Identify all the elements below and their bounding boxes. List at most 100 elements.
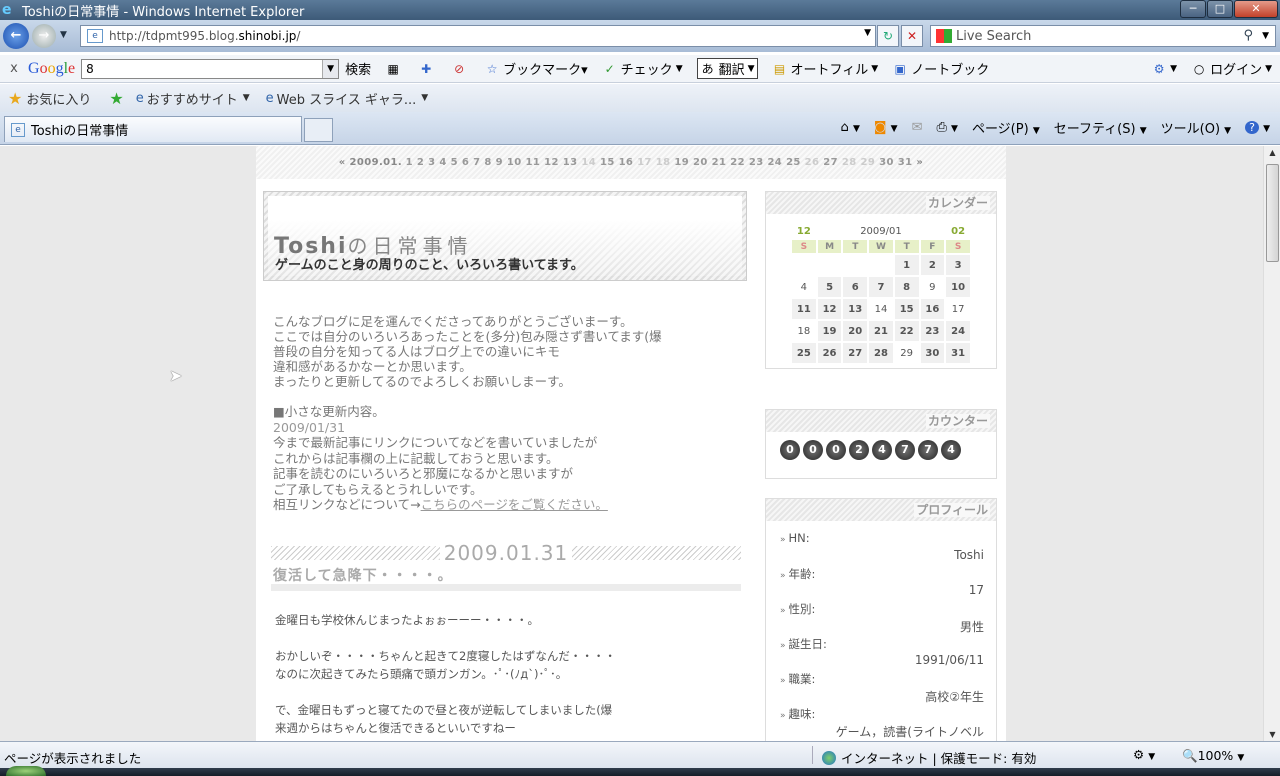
blocker-button[interactable]: ⊘ bbox=[451, 61, 470, 77]
date-nav-day[interactable]: 10 bbox=[507, 157, 526, 168]
date-nav-day[interactable]: 17 bbox=[637, 157, 656, 168]
tab-toshi-blog[interactable]: e Toshiの日常事情 bbox=[4, 116, 302, 142]
calendar-day[interactable]: 28 bbox=[869, 343, 893, 363]
maximize-button[interactable]: □ bbox=[1207, 0, 1233, 18]
date-nav-day[interactable]: 24 bbox=[767, 157, 786, 168]
calendar-day[interactable]: 27 bbox=[843, 343, 868, 363]
calendar-day[interactable]: 25 bbox=[792, 343, 816, 363]
date-nav-day[interactable]: 3 bbox=[428, 157, 439, 168]
feeds-button[interactable]: ◙ ▼ bbox=[874, 120, 898, 135]
search-options-dropdown-icon[interactable]: ▼ bbox=[1262, 31, 1269, 41]
calendar-day[interactable]: 7 bbox=[869, 277, 893, 297]
print-button[interactable]: ⎙ ▼ bbox=[936, 120, 957, 135]
calendar-day[interactable]: 20 bbox=[843, 321, 868, 341]
security-zone[interactable]: インターネット | 保護モード: 有効 bbox=[822, 748, 1036, 767]
calendar-day[interactable]: 6 bbox=[843, 277, 868, 297]
date-nav-day[interactable]: 20 bbox=[693, 157, 712, 168]
calendar-day[interactable]: 16 bbox=[920, 299, 945, 319]
settings-button[interactable]: ⚙ ▼ bbox=[1151, 61, 1177, 77]
calendar-day[interactable]: 1 bbox=[894, 255, 919, 275]
web-slice-gallery-link[interactable]: e Web スライス ギャラ... ▼ bbox=[266, 89, 429, 108]
calendar-prev-month[interactable]: 12 bbox=[792, 224, 816, 238]
date-nav-day[interactable]: 21 bbox=[712, 157, 731, 168]
google-search-input[interactable]: 8 ▼ bbox=[81, 58, 340, 79]
calendar-day[interactable]: 30 bbox=[920, 343, 945, 363]
google-logo[interactable]: Google bbox=[28, 60, 75, 78]
minimize-button[interactable]: ─ bbox=[1180, 0, 1206, 18]
date-nav-day[interactable]: 27 bbox=[823, 157, 842, 168]
google-search-dropdown-icon[interactable]: ▼ bbox=[322, 59, 339, 78]
google-search-button[interactable]: 検索 bbox=[345, 59, 371, 78]
add-button[interactable]: ✚ bbox=[418, 61, 437, 77]
search-icon[interactable]: ⚲ bbox=[1243, 28, 1253, 43]
links-page-link[interactable]: こちらのページをご覧ください。 bbox=[421, 497, 608, 512]
date-nav-day[interactable]: 18 bbox=[656, 157, 675, 168]
toolbar-options-button[interactable]: ▦ bbox=[385, 61, 404, 77]
date-nav-next[interactable]: » bbox=[916, 157, 923, 168]
date-nav-day[interactable]: 28 bbox=[842, 157, 861, 168]
start-button[interactable] bbox=[6, 766, 46, 776]
date-nav-day[interactable]: 15 bbox=[600, 157, 619, 168]
close-window-button[interactable]: ✕ bbox=[1234, 0, 1278, 18]
favorites-button[interactable]: ★ お気に入り bbox=[8, 89, 91, 108]
calendar-day[interactable]: 21 bbox=[869, 321, 893, 341]
home-button[interactable]: ⌂ ▼ bbox=[841, 120, 860, 135]
mail-button[interactable]: ✉ bbox=[912, 120, 923, 135]
page-menu[interactable]: ページ(P) ▼ bbox=[972, 118, 1040, 137]
live-search-box[interactable]: Live Search ⚲ ▼ bbox=[930, 25, 1276, 47]
date-nav-day[interactable]: 14 bbox=[581, 157, 600, 168]
address-bar[interactable]: e http://tdpmt995.blog.shinobi.jp/ ▼ bbox=[80, 25, 876, 47]
close-toolbar-button[interactable]: x bbox=[0, 61, 28, 76]
calendar-day[interactable]: 10 bbox=[946, 277, 970, 297]
spellcheck-button[interactable]: ✓ チェック ▼ bbox=[602, 59, 683, 79]
calendar-day[interactable]: 19 bbox=[817, 321, 842, 341]
search-placeholder[interactable]: Live Search bbox=[956, 29, 1031, 44]
zoom-level[interactable]: 🔍100% ▼ bbox=[1182, 748, 1244, 764]
calendar-day[interactable]: 24 bbox=[946, 321, 970, 341]
date-nav-day[interactable]: 11 bbox=[526, 157, 545, 168]
calendar-day[interactable]: 31 bbox=[946, 343, 970, 363]
date-nav-day[interactable]: 29 bbox=[861, 157, 880, 168]
date-nav-day[interactable]: 12 bbox=[544, 157, 563, 168]
address-url[interactable]: http://tdpmt995.blog.shinobi.jp/ bbox=[109, 29, 300, 43]
date-nav-day[interactable]: 13 bbox=[563, 157, 582, 168]
suggested-sites-link[interactable]: e おすすめサイト ▼ bbox=[136, 89, 250, 108]
date-nav-day[interactable]: 8 bbox=[484, 157, 495, 168]
new-tab-button[interactable] bbox=[304, 118, 333, 142]
notebook-button[interactable]: ▣ ノートブック bbox=[892, 59, 990, 79]
calendar-day[interactable]: 26 bbox=[817, 343, 842, 363]
autofill-button[interactable]: ▤ オートフィル ▼ bbox=[772, 59, 878, 79]
date-nav-day[interactable]: 6 bbox=[462, 157, 473, 168]
status-options-button[interactable]: ⚙ ▼ bbox=[1133, 747, 1155, 762]
date-nav-day[interactable]: 9 bbox=[496, 157, 507, 168]
bookmark-button[interactable]: ☆ ブックマーク▾ bbox=[484, 59, 588, 79]
calendar-day[interactable]: 22 bbox=[894, 321, 919, 341]
date-nav-day[interactable]: 4 bbox=[439, 157, 450, 168]
date-nav-day[interactable]: 22 bbox=[730, 157, 749, 168]
safety-menu[interactable]: セーフティ(S) ▼ bbox=[1054, 118, 1147, 137]
stop-button[interactable]: ✕ bbox=[901, 25, 923, 47]
date-nav-day[interactable]: 31 bbox=[898, 157, 917, 168]
add-favorite-button[interactable]: ★ bbox=[109, 89, 127, 108]
scroll-down-arrow-icon[interactable]: ▼ bbox=[1264, 730, 1280, 739]
calendar-day[interactable]: 5 bbox=[817, 277, 842, 297]
recent-pages-dropdown[interactable]: ▼ bbox=[60, 30, 67, 40]
date-nav-day[interactable]: 16 bbox=[619, 157, 638, 168]
date-nav-day[interactable]: 7 bbox=[473, 157, 484, 168]
calendar-day[interactable]: 12 bbox=[817, 299, 842, 319]
calendar-next-month[interactable]: 02 bbox=[946, 224, 970, 238]
date-nav-day[interactable]: 30 bbox=[879, 157, 898, 168]
tools-menu[interactable]: ツール(O) ▼ bbox=[1161, 118, 1231, 137]
back-button[interactable]: ← bbox=[3, 23, 29, 49]
calendar-day[interactable]: 13 bbox=[843, 299, 868, 319]
date-nav-day[interactable]: 23 bbox=[749, 157, 768, 168]
translate-button[interactable]: あ翻訳 ▼ bbox=[696, 58, 758, 79]
help-button[interactable]: ? ▼ bbox=[1245, 120, 1270, 135]
date-nav-day[interactable]: 26 bbox=[805, 157, 824, 168]
scroll-thumb[interactable] bbox=[1266, 164, 1279, 262]
date-nav-day[interactable]: 2 bbox=[417, 157, 428, 168]
address-dropdown-icon[interactable]: ▼ bbox=[864, 28, 871, 38]
calendar-day[interactable]: 11 bbox=[792, 299, 816, 319]
refresh-button[interactable]: ↻ bbox=[877, 25, 899, 47]
calendar-day[interactable]: 15 bbox=[894, 299, 919, 319]
